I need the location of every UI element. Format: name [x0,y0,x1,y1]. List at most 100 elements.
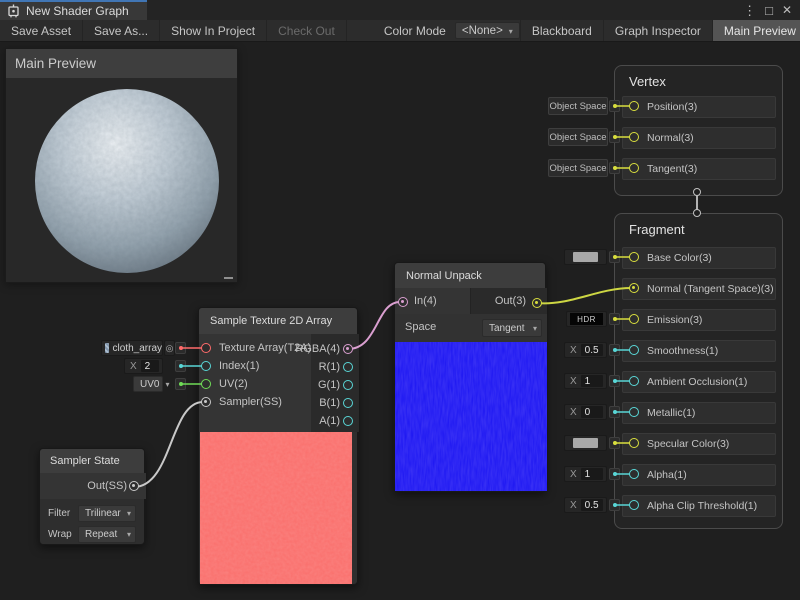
port-normal-tangent-space[interactable] [629,283,639,293]
close-icon[interactable]: ✕ [782,4,792,16]
save-as-button[interactable]: Save As... [83,20,160,41]
port-b-output[interactable] [343,398,353,408]
alpha-clip-value[interactable]: 0.5 [581,499,603,511]
float-dot-icon [613,379,617,383]
resize-grip[interactable] [224,277,233,279]
slot-alpha[interactable]: Alpha(1) [622,464,776,486]
show-in-project-button[interactable]: Show In Project [160,20,267,41]
main-preview-panel[interactable]: Main Preview [5,48,238,283]
port-metallic[interactable] [629,407,639,417]
wrap-dropdown[interactable]: Repeat [78,526,136,543]
main-preview-header[interactable]: Main Preview [6,49,237,78]
main-preview-button[interactable]: Main Preview [712,20,800,41]
port-rgba-output[interactable] [343,344,353,354]
texture-dot-icon [179,346,183,350]
space-selector-tangent[interactable]: Object Space [548,159,608,177]
space-selector-position[interactable]: Object Space [548,97,608,115]
metallic-field[interactable]: X0 [564,404,607,420]
filter-dropdown[interactable]: Trilinear [78,505,136,522]
space-label: Space [405,321,436,333]
port-emission[interactable] [629,314,639,324]
alpha-value[interactable]: 1 [581,468,603,480]
widget-port-cell [609,468,620,480]
color-mode-dropdown[interactable]: <None> [455,22,520,39]
port-in4[interactable] [398,297,408,307]
sample-texture-2d-array-node[interactable]: Sample Texture 2D Array Texture Array(T2… [198,307,358,585]
space-dropdown[interactable]: Tangent [482,319,542,337]
input-sampler-label: Sampler(SS) [219,396,282,408]
main-preview-viewport[interactable] [6,78,237,282]
index-value[interactable]: 2 [141,360,159,372]
slot-ambient-occlusion[interactable]: Ambient Occlusion(1) [622,371,776,393]
port-smoothness[interactable] [629,345,639,355]
slot-metallic[interactable]: Metallic(1) [622,402,776,424]
port-vertex-position[interactable] [629,101,639,111]
sampler-state-node[interactable]: Sampler State Out(SS) Filter Trilinear W… [39,448,145,545]
emission-hdr-swatch[interactable]: HDR [566,311,607,327]
metallic-value[interactable]: 0 [581,406,603,418]
x-prefix: X [565,345,581,356]
color-mode-value: <None> [462,25,503,37]
specular-color-swatch[interactable] [564,435,607,451]
slot-emission[interactable]: Emission(3) [622,309,776,331]
port-vertex-normal[interactable] [629,132,639,142]
port-uv-input[interactable] [201,379,211,389]
alpha-clip-field[interactable]: X0.5 [564,497,607,513]
smoothness-field[interactable]: X0.5 [564,342,607,358]
vector3-dot-icon [613,166,617,170]
port-vertex-tangent[interactable] [629,163,639,173]
base-color-swatch[interactable] [564,249,607,265]
save-asset-button[interactable]: Save Asset [0,20,83,41]
graph-inspector-button[interactable]: Graph Inspector [603,20,712,41]
window-menu-icon[interactable]: ⋮ [743,4,756,17]
graph-canvas[interactable]: Main Preview [0,42,800,600]
slot-alpha-clip[interactable]: Alpha Clip Threshold(1) [622,495,776,517]
port-alpha[interactable] [629,469,639,479]
sampler-state-header[interactable]: Sampler State [40,449,144,473]
alpha-field[interactable]: X1 [564,466,607,482]
document-tab[interactable]: New Shader Graph [0,0,147,20]
port-a-output[interactable] [343,416,353,426]
slot-tangent[interactable]: Tangent(3) [622,158,776,180]
port-r-output[interactable] [343,362,353,372]
slot-normal-ts-label: Normal (Tangent Space)(3) [647,283,774,295]
port-g-output[interactable] [343,380,353,390]
blackboard-button[interactable]: Blackboard [520,20,603,41]
port-ambient-occlusion[interactable] [629,376,639,386]
output-out3-label: Out(3) [495,295,526,307]
port-alpha-clip-threshold[interactable] [629,500,639,510]
maximize-icon[interactable]: □ [765,4,773,17]
index-field[interactable]: X2 [124,358,163,374]
slot-alpha-label: Alpha(1) [647,469,687,481]
slot-position[interactable]: Position(3) [622,96,776,118]
slot-base-color[interactable]: Base Color(3) [622,247,776,269]
slot-smoothness[interactable]: Smoothness(1) [622,340,776,362]
fragment-context-node[interactable]: Fragment Base Color(3) Normal (Tangent S… [614,213,783,529]
space-port-cell [609,131,620,143]
normal-unpack-header[interactable]: Normal Unpack [395,263,545,288]
normal-unpack-node[interactable]: Normal Unpack In(4) Out(3) Space Tangent [394,262,546,492]
texture-array-object-field[interactable]: cloth_array [101,340,163,356]
object-picker-icon[interactable]: ◎ [164,340,175,356]
ao-field[interactable]: X1 [564,373,607,389]
uv-channel-dropdown[interactable]: UV0 [133,376,163,392]
slot-normal[interactable]: Normal(3) [622,127,776,149]
dropdown-arrow-icon [121,508,131,519]
port-index-input[interactable] [201,361,211,371]
smoothness-value[interactable]: 0.5 [581,344,603,356]
port-out3[interactable] [532,298,542,308]
color-swatch [573,252,598,262]
port-texture-array-input[interactable] [201,343,211,353]
port-sampler-input[interactable] [201,397,211,407]
space-selector-normal[interactable]: Object Space [548,128,608,146]
space-value: Tangent [489,323,525,334]
port-out-ss[interactable] [129,481,139,491]
sample-texture-header[interactable]: Sample Texture 2D Array [199,308,357,334]
slot-position-label: Position(3) [647,101,697,113]
slot-specular-color[interactable]: Specular Color(3) [622,433,776,455]
ao-value[interactable]: 1 [581,375,603,387]
slot-normal-ts[interactable]: Normal (Tangent Space)(3) [622,278,776,300]
vertex-context-node[interactable]: Vertex Position(3) Normal(3) Tangent(3) [614,65,783,196]
port-specular-color[interactable] [629,438,639,448]
port-base-color[interactable] [629,252,639,262]
